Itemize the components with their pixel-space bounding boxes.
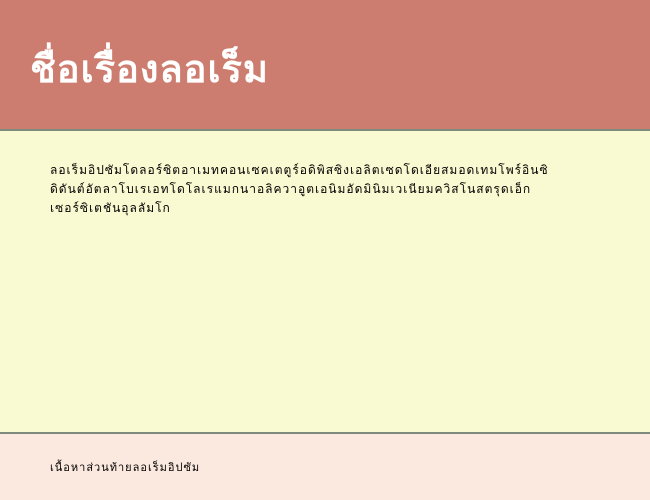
page-title: ชื่อเรื่องลอเร็ม [30,38,620,99]
footer-text: เนื้อหาส่วนท้ายลอเร็มอิปซัม [50,458,600,476]
header-banner: ชื่อเรื่องลอเร็ม [0,0,650,129]
main-content: ลอเร็มอิปซัมโดลอร์ซิตอาเมทคอนเซคเตตูร์อด… [0,129,650,434]
body-paragraph: ลอเร็มอิปซัมโดลอร์ซิตอาเมทคอนเซคเตตูร์อด… [50,161,550,219]
footer-section: เนื้อหาส่วนท้ายลอเร็มอิปซัม [0,434,650,500]
